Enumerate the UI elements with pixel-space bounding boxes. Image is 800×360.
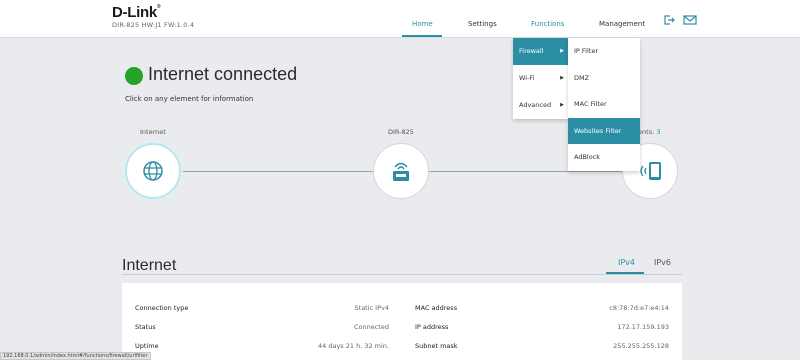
nav-home[interactable]: Home xyxy=(412,20,433,28)
top-header: D-Link® DIR-825 HW:J1 FW:1.0.4 Home Sett… xyxy=(0,0,800,38)
menu-dmz[interactable]: DMZ xyxy=(568,65,640,92)
logout-icon[interactable] xyxy=(663,14,675,26)
status-hint: Click on any element for information xyxy=(125,95,254,103)
connection-status-title: Internet connected xyxy=(148,64,298,84)
router-icon xyxy=(393,162,409,181)
info-label: MAC address xyxy=(415,304,458,312)
router-node[interactable] xyxy=(373,143,429,199)
info-label: Uptime xyxy=(135,342,159,350)
info-label: IP address xyxy=(415,323,449,331)
internet-node-label: Internet xyxy=(140,128,166,136)
firmware-info: DIR-825 HW:J1 FW:1.0.4 xyxy=(112,21,195,29)
info-value: 44 days 21 h. 32 min. xyxy=(318,342,389,350)
mail-icon[interactable] xyxy=(683,14,697,26)
globe-icon xyxy=(143,161,163,181)
active-tab-underline xyxy=(606,272,644,274)
browser-status-url: 192.168.0.1/admin/index.html#/functions/… xyxy=(0,352,151,360)
info-label: Subnet mask xyxy=(415,342,458,350)
nav-management[interactable]: Management xyxy=(599,20,645,28)
tab-ipv6[interactable]: IPv6 xyxy=(654,258,671,267)
internet-node[interactable] xyxy=(125,143,181,199)
submenu-arrow-icon: ▶ xyxy=(560,102,564,108)
tab-ipv4[interactable]: IPv4 xyxy=(618,258,635,267)
submenu-arrow-icon: ▶ xyxy=(560,75,564,81)
router-node-label: DIR-825 xyxy=(388,128,414,136)
menu-ip-filter[interactable]: IP Filter xyxy=(568,38,640,65)
brand-logo[interactable]: D-Link® xyxy=(112,4,161,21)
info-value: 172.17.159.193 xyxy=(617,323,669,331)
menu-advanced[interactable]: Advanced ▶ xyxy=(513,92,568,119)
info-value: Connected xyxy=(353,323,389,331)
connection-status-indicator xyxy=(125,67,143,85)
submenu-arrow-icon: ▶ xyxy=(560,48,564,54)
nav-settings[interactable]: Settings xyxy=(468,20,497,28)
devices-icon xyxy=(640,162,661,180)
nav-functions[interactable]: Functions xyxy=(531,20,564,28)
menu-mac-filter[interactable]: MAC Filter xyxy=(568,91,640,118)
info-label: Status xyxy=(135,323,156,331)
internet-section-title: Internet xyxy=(122,257,177,274)
firewall-submenu: IP Filter DMZ MAC Filter Websites Filter… xyxy=(568,38,640,171)
info-label: Connection type xyxy=(135,304,189,312)
info-value: Static IPv4 xyxy=(354,304,389,312)
menu-firewall[interactable]: Firewall ▶ xyxy=(513,38,568,65)
functions-menu: Firewall ▶ Wi-Fi ▶ Advanced ▶ xyxy=(513,38,568,119)
internet-info-panel: Connection type Static IPv4 Status Conne… xyxy=(122,283,682,360)
nav-home-underline xyxy=(402,35,442,37)
menu-wifi[interactable]: Wi-Fi ▶ xyxy=(513,65,568,92)
menu-websites-filter[interactable]: Websites Filter xyxy=(568,117,640,145)
clients-count: 3 xyxy=(656,128,661,136)
info-value: c8:78:7d:e7:e4:14 xyxy=(609,304,669,312)
section-divider xyxy=(122,274,682,275)
menu-adblock[interactable]: AdBlock xyxy=(568,144,640,171)
info-value: 255.255.255.128 xyxy=(613,342,669,350)
